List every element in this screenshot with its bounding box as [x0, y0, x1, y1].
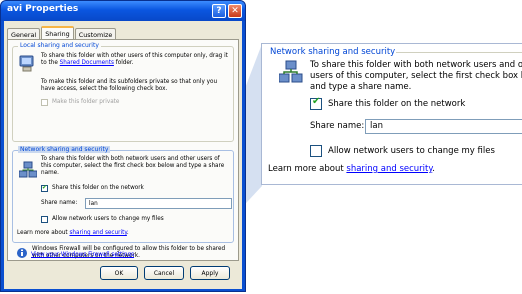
zoom-callout: Network sharing and security To share th…	[261, 43, 522, 185]
zoom-network-legend: Network sharing and security	[269, 47, 397, 57]
zoom-line-2: users of this computer, select the first…	[310, 71, 522, 81]
zoom-learn-more-line: Learn more about sharing and security.	[268, 164, 435, 175]
zoom-share-name-input[interactable]: lan	[365, 119, 522, 134]
local-sharing-text: To share this folder with other users of…	[41, 53, 231, 67]
share-name-label: Share name:	[41, 200, 78, 206]
zoom-share-folder-checkbox[interactable]	[310, 96, 322, 110]
share-name-input[interactable]: lan	[85, 198, 232, 209]
network-share-icon	[19, 161, 37, 178]
cancel-button[interactable]: Cancel	[144, 266, 184, 280]
private-text: To make this folder and its subfolders p…	[41, 79, 218, 92]
firewall-settings-link[interactable]: View your Windows Firewall settings	[31, 252, 134, 259]
network-sharing-group: Network sharing and security To share th…	[12, 146, 234, 243]
computer-icon	[19, 55, 34, 72]
ok-button[interactable]: OK	[100, 266, 138, 280]
title-bar[interactable]: avi Properties ? ✕	[1, 1, 245, 21]
learn-more-prefix: Learn more about	[17, 230, 70, 236]
zoom-share-name-label: Share name:	[310, 121, 365, 131]
apply-button[interactable]: Apply	[190, 266, 230, 280]
firewall-info-icon	[17, 248, 27, 258]
zoom-allow-change-checkbox[interactable]	[310, 145, 322, 157]
dialog-client: General Sharing Customize Local sharing …	[4, 21, 242, 289]
private-checkbox[interactable]	[41, 99, 48, 106]
zoom-sharing-security-link[interactable]: sharing and security	[346, 164, 432, 174]
network-sharing-legend: Network sharing and security	[18, 146, 111, 153]
zoom-learn-more-suffix: .	[432, 164, 435, 174]
shared-documents-link[interactable]: Shared Documents	[60, 60, 114, 66]
window-title: avi Properties	[7, 4, 79, 14]
zoom-learn-more-prefix: Learn more about	[268, 164, 347, 174]
zoom-allow-change-label: Allow network users to change my files	[328, 146, 495, 156]
zoom-network-share-icon	[279, 60, 303, 83]
tab-strip: General Sharing Customize	[7, 26, 117, 40]
sharing-tab-panel: Local sharing and security To share this…	[7, 39, 239, 261]
tab-sharing[interactable]: Sharing	[41, 26, 74, 40]
sharing-security-link[interactable]: sharing and security	[69, 230, 126, 236]
learn-more-line: Learn more about sharing and security.	[17, 230, 129, 237]
zoom-line-3: and type a share name.	[310, 82, 412, 92]
local-sharing-group: Local sharing and security To share this…	[12, 42, 234, 142]
zoom-share-folder-label: Share this folder on the network	[328, 99, 466, 109]
local-sharing-legend: Local sharing and security	[18, 42, 101, 49]
allow-change-label: Allow network users to change my files	[52, 216, 164, 222]
learn-more-suffix: .	[126, 230, 129, 236]
help-button[interactable]: ?	[212, 4, 226, 18]
share-folder-label: Share this folder on the network	[52, 185, 144, 191]
allow-change-checkbox[interactable]	[41, 216, 48, 223]
network-sharing-description: To share this folder with both network u…	[41, 156, 225, 176]
local-sharing-text-b: folder.	[113, 60, 134, 66]
close-button[interactable]: ✕	[228, 4, 242, 18]
private-checkbox-label: Make this folder private	[52, 99, 120, 105]
share-folder-checkbox[interactable]	[41, 184, 48, 192]
properties-dialog: avi Properties ? ✕ General Sharing Custo…	[0, 0, 246, 292]
zoom-group-border	[386, 52, 522, 53]
zoom-line-1: To share this folder with both network u…	[310, 60, 522, 70]
